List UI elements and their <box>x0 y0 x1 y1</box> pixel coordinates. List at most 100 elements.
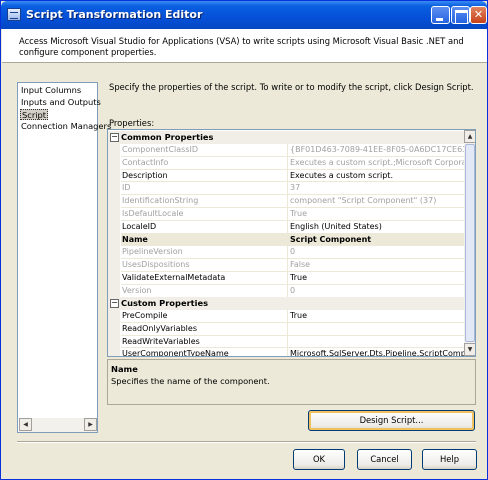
row-gutter <box>108 182 120 196</box>
property-row[interactable]: ComponentClassID {BF01D463-7089-41EE-8F05… <box>108 144 464 157</box>
property-value[interactable]: {BF01D463-7089-41EE-8F05-0A6DC17CE633} <box>288 144 464 157</box>
property-value[interactable]: True <box>288 310 464 323</box>
row-gutter <box>108 169 120 183</box>
scroll-up-icon[interactable]: ▲ <box>464 130 475 143</box>
help-button[interactable]: Help <box>422 449 477 470</box>
property-row[interactable]: PipelineVersion 0 <box>108 246 464 260</box>
row-gutter <box>108 284 120 298</box>
property-name[interactable]: ReadOnlyVariables <box>121 322 288 336</box>
ok-button[interactable]: OK <box>293 449 345 470</box>
instruction-text: Specify the properties of the script. To… <box>109 82 474 92</box>
collapse-icon[interactable]: − <box>110 133 119 142</box>
description-title: Name <box>111 364 138 374</box>
property-row[interactable]: ValidateExternalMetadata True <box>108 272 464 285</box>
row-gutter <box>108 259 120 272</box>
property-row[interactable]: IdentificationString component "Script Co… <box>108 195 464 208</box>
header-panel: Access Microsoft Visual Studio for Appli… <box>2 29 487 63</box>
row-gutter <box>108 335 120 349</box>
property-value[interactable]: True <box>288 208 464 221</box>
scroll-thumb[interactable] <box>465 144 475 342</box>
property-name[interactable]: UsesDispositions <box>121 259 288 272</box>
property-row[interactable]: ReadWriteVariables <box>108 335 464 349</box>
property-name[interactable]: ContactInfo <box>121 156 288 170</box>
property-name[interactable]: Description <box>121 169 288 183</box>
property-value[interactable]: component "Script Component" (37) <box>288 195 464 208</box>
property-row[interactable]: IsDefaultLocale True <box>108 208 464 221</box>
collapse-icon[interactable]: − <box>110 299 119 308</box>
row-gutter <box>108 156 120 170</box>
category-custom-properties[interactable]: − Custom Properties <box>108 297 464 310</box>
title-bar[interactable]: Script Transformation Editor ✕ <box>1 1 487 29</box>
row-gutter <box>108 195 120 208</box>
nav-horizontal-scrollbar[interactable]: ◀ ▶ <box>19 418 97 432</box>
property-row[interactable]: UsesDispositions False <box>108 259 464 272</box>
property-value[interactable]: False <box>288 259 464 272</box>
minimize-button[interactable] <box>431 6 450 24</box>
category-common-properties[interactable]: − Common Properties <box>108 131 464 144</box>
property-name[interactable]: Name <box>121 233 288 247</box>
property-name[interactable]: ValidateExternalMetadata <box>121 272 288 285</box>
property-value[interactable]: 37 <box>288 182 464 196</box>
property-name[interactable]: ID <box>121 182 288 196</box>
header-description: Access Microsoft Visual Studio for Appli… <box>19 36 464 57</box>
property-name[interactable]: IsDefaultLocale <box>121 208 288 221</box>
property-row[interactable]: ReadOnlyVariables <box>108 322 464 336</box>
row-gutter <box>108 208 120 221</box>
property-name[interactable]: ComponentClassID <box>121 144 288 157</box>
row-gutter <box>108 322 120 336</box>
cancel-button[interactable]: Cancel <box>357 449 412 470</box>
category-label: Common Properties <box>121 132 214 142</box>
property-name[interactable]: IdentificationString <box>121 195 288 208</box>
property-row[interactable]: ID 37 <box>108 182 464 196</box>
property-value[interactable]: Microsoft.SqlServer.Dts.Pipeline.ScriptC… <box>288 348 464 356</box>
design-script-button[interactable]: Design Script... <box>308 410 475 431</box>
row-gutter <box>108 220 120 234</box>
property-row[interactable]: PreCompile True <box>108 310 464 323</box>
property-value[interactable] <box>288 336 464 349</box>
property-description-pane: Name Specifies the name of the component… <box>107 359 476 405</box>
category-label: Custom Properties <box>121 298 209 308</box>
nav-item-inputs-and-outputs[interactable]: Inputs and Outputs <box>20 97 102 108</box>
grid-vertical-scrollbar[interactable]: ▲ ▼ <box>464 130 475 356</box>
property-name[interactable]: ReadWriteVariables <box>121 335 288 349</box>
description-text: Specifies the name of the component. <box>111 376 270 386</box>
maximize-button[interactable] <box>451 6 470 24</box>
scroll-left-icon[interactable]: ◀ <box>19 418 32 431</box>
property-row[interactable]: ContactInfo Executes a custom script.;Mic… <box>108 156 464 170</box>
dialog-window: Script Transformation Editor ✕ Access Mi… <box>0 0 488 480</box>
property-value[interactable]: Script Component <box>288 233 464 247</box>
nav-item-script[interactable]: Script <box>20 109 49 120</box>
property-value[interactable]: 0 <box>288 285 464 298</box>
property-grid[interactable]: − Common Properties ComponentClassID {BF0… <box>107 129 476 357</box>
property-name[interactable]: PreCompile <box>121 310 288 323</box>
nav-item-input-columns[interactable]: Input Columns <box>20 85 82 96</box>
page-navigation-list[interactable]: Input Columns Inputs and Outputs Script … <box>17 82 111 433</box>
property-value[interactable]: Executes a custom script. <box>288 170 464 183</box>
row-gutter <box>108 144 120 157</box>
property-value[interactable]: True <box>288 272 464 285</box>
property-row[interactable]: Description Executes a custom script. <box>108 169 464 183</box>
scroll-right-icon[interactable]: ▶ <box>84 418 97 431</box>
property-value[interactable] <box>288 323 464 336</box>
window-title: Script Transformation Editor <box>26 8 203 21</box>
row-gutter <box>108 310 120 323</box>
property-name[interactable]: LocaleID <box>121 220 288 234</box>
property-row[interactable]: Version 0 <box>108 284 464 298</box>
nav-item-connection-managers[interactable]: Connection Managers <box>20 121 112 132</box>
property-row[interactable]: UserComponentTypeName Microsoft.SqlServer… <box>108 348 464 356</box>
property-row[interactable]: LocaleID English (United States) <box>108 220 464 234</box>
row-gutter <box>108 246 120 260</box>
row-gutter <box>108 233 120 247</box>
property-row[interactable]: Name Script Component <box>108 233 464 247</box>
property-name[interactable]: UserComponentTypeName <box>121 348 288 356</box>
property-name[interactable]: Version <box>121 284 288 298</box>
scroll-down-icon[interactable]: ▼ <box>464 343 475 356</box>
property-name[interactable]: PipelineVersion <box>121 246 288 260</box>
property-value[interactable]: English (United States) <box>288 221 464 234</box>
property-value[interactable]: 0 <box>288 246 464 260</box>
property-value[interactable]: Executes a custom script.;Microsoft Corp… <box>288 157 464 170</box>
window-icon <box>7 8 21 21</box>
close-button[interactable]: ✕ <box>470 6 487 24</box>
row-gutter <box>108 272 120 285</box>
properties-label: Properties: <box>109 118 155 128</box>
